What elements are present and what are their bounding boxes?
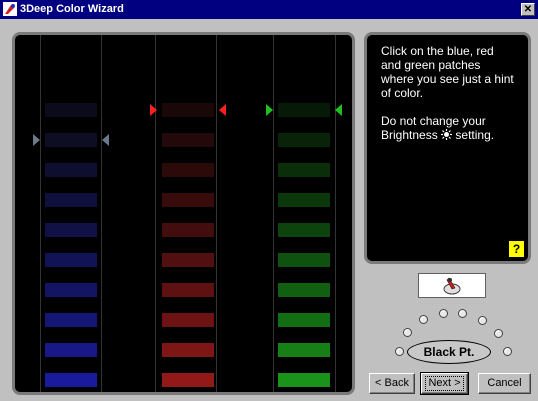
dial-point-3[interactable]	[419, 315, 428, 324]
dial-point-2[interactable]	[403, 328, 412, 337]
green-selection-marker-left	[266, 104, 273, 116]
dial-point-5[interactable]	[458, 309, 467, 318]
green-patch-10[interactable]	[278, 373, 330, 387]
blue-patch-2[interactable]	[45, 133, 97, 147]
column-divider	[273, 35, 274, 392]
red-patch-2[interactable]	[162, 133, 214, 147]
instruction-line-1: Click on the blue, red	[381, 44, 494, 58]
3deep-logo-icon	[3, 2, 17, 16]
dial-point-1[interactable]	[395, 347, 404, 356]
red-selection-marker-left	[150, 104, 157, 116]
red-patch-5[interactable]	[162, 223, 214, 237]
red-patch-1[interactable]	[162, 103, 214, 117]
pointer-hand-icon	[443, 277, 461, 295]
calibration-patch-panel	[12, 32, 355, 395]
dial-point-4[interactable]	[439, 309, 448, 318]
red-patch-10[interactable]	[162, 373, 214, 387]
brightness-label: Brightness	[381, 128, 438, 142]
column-divider	[40, 35, 41, 392]
red-selection-marker-right	[219, 104, 226, 116]
preview-swatch	[418, 273, 486, 298]
green-patch-2[interactable]	[278, 133, 330, 147]
column-divider	[216, 35, 217, 392]
next-button-label: Next >	[425, 376, 464, 391]
window-title: 3Deep Color Wizard	[20, 3, 124, 15]
blue-patch-7[interactable]	[45, 283, 97, 297]
column-divider	[335, 35, 336, 392]
column-divider	[155, 35, 156, 392]
setting-label: setting.	[455, 128, 495, 142]
green-patch-6[interactable]	[278, 253, 330, 267]
instruction-line-6: Brightness setting.	[381, 129, 494, 142]
blue-patch-10[interactable]	[45, 373, 97, 387]
help-icon[interactable]: ?	[509, 241, 524, 257]
dial-point-6[interactable]	[478, 316, 487, 325]
red-patch-7[interactable]	[162, 283, 214, 297]
red-patch-4[interactable]	[162, 193, 214, 207]
next-button[interactable]: Next >	[420, 372, 469, 395]
blue-patch-9[interactable]	[45, 343, 97, 357]
green-patch-5[interactable]	[278, 223, 330, 237]
dial-point-7[interactable]	[494, 329, 503, 338]
black-point-button[interactable]: Black Pt.	[407, 340, 491, 364]
back-button[interactable]: < Back	[369, 373, 415, 394]
title-bar: 3Deep Color Wizard ✕	[0, 0, 538, 19]
green-patch-7[interactable]	[278, 283, 330, 297]
instruction-line-4: of color.	[381, 86, 424, 100]
green-patch-1[interactable]	[278, 103, 330, 117]
cancel-button[interactable]: Cancel	[478, 373, 531, 394]
dial-point-8[interactable]	[503, 347, 512, 356]
green-patch-4[interactable]	[278, 193, 330, 207]
green-patch-3[interactable]	[278, 163, 330, 177]
green-patch-9[interactable]	[278, 343, 330, 357]
blue-patch-6[interactable]	[45, 253, 97, 267]
blue-patch-4[interactable]	[45, 193, 97, 207]
red-patch-6[interactable]	[162, 253, 214, 267]
blue-patch-5[interactable]	[45, 223, 97, 237]
red-patch-8[interactable]	[162, 313, 214, 327]
close-button[interactable]: ✕	[521, 3, 535, 16]
blue-patch-1[interactable]	[45, 103, 97, 117]
red-patch-9[interactable]	[162, 343, 214, 357]
green-selection-marker-right	[335, 104, 342, 116]
instruction-line-5: Do not change your	[381, 114, 486, 128]
instruction-line-2: and green patches	[381, 58, 481, 72]
instruction-line-3: where you see just a hint	[381, 72, 514, 86]
green-patch-8[interactable]	[278, 313, 330, 327]
blue-selection-marker-left	[33, 134, 40, 146]
blue-patch-3[interactable]	[45, 163, 97, 177]
instructions-panel: Click on the blue, red and green patches…	[364, 32, 531, 264]
column-divider	[101, 35, 102, 392]
blue-selection-marker-right	[102, 134, 109, 146]
sun-icon	[441, 129, 453, 140]
blue-patch-8[interactable]	[45, 313, 97, 327]
red-patch-3[interactable]	[162, 163, 214, 177]
